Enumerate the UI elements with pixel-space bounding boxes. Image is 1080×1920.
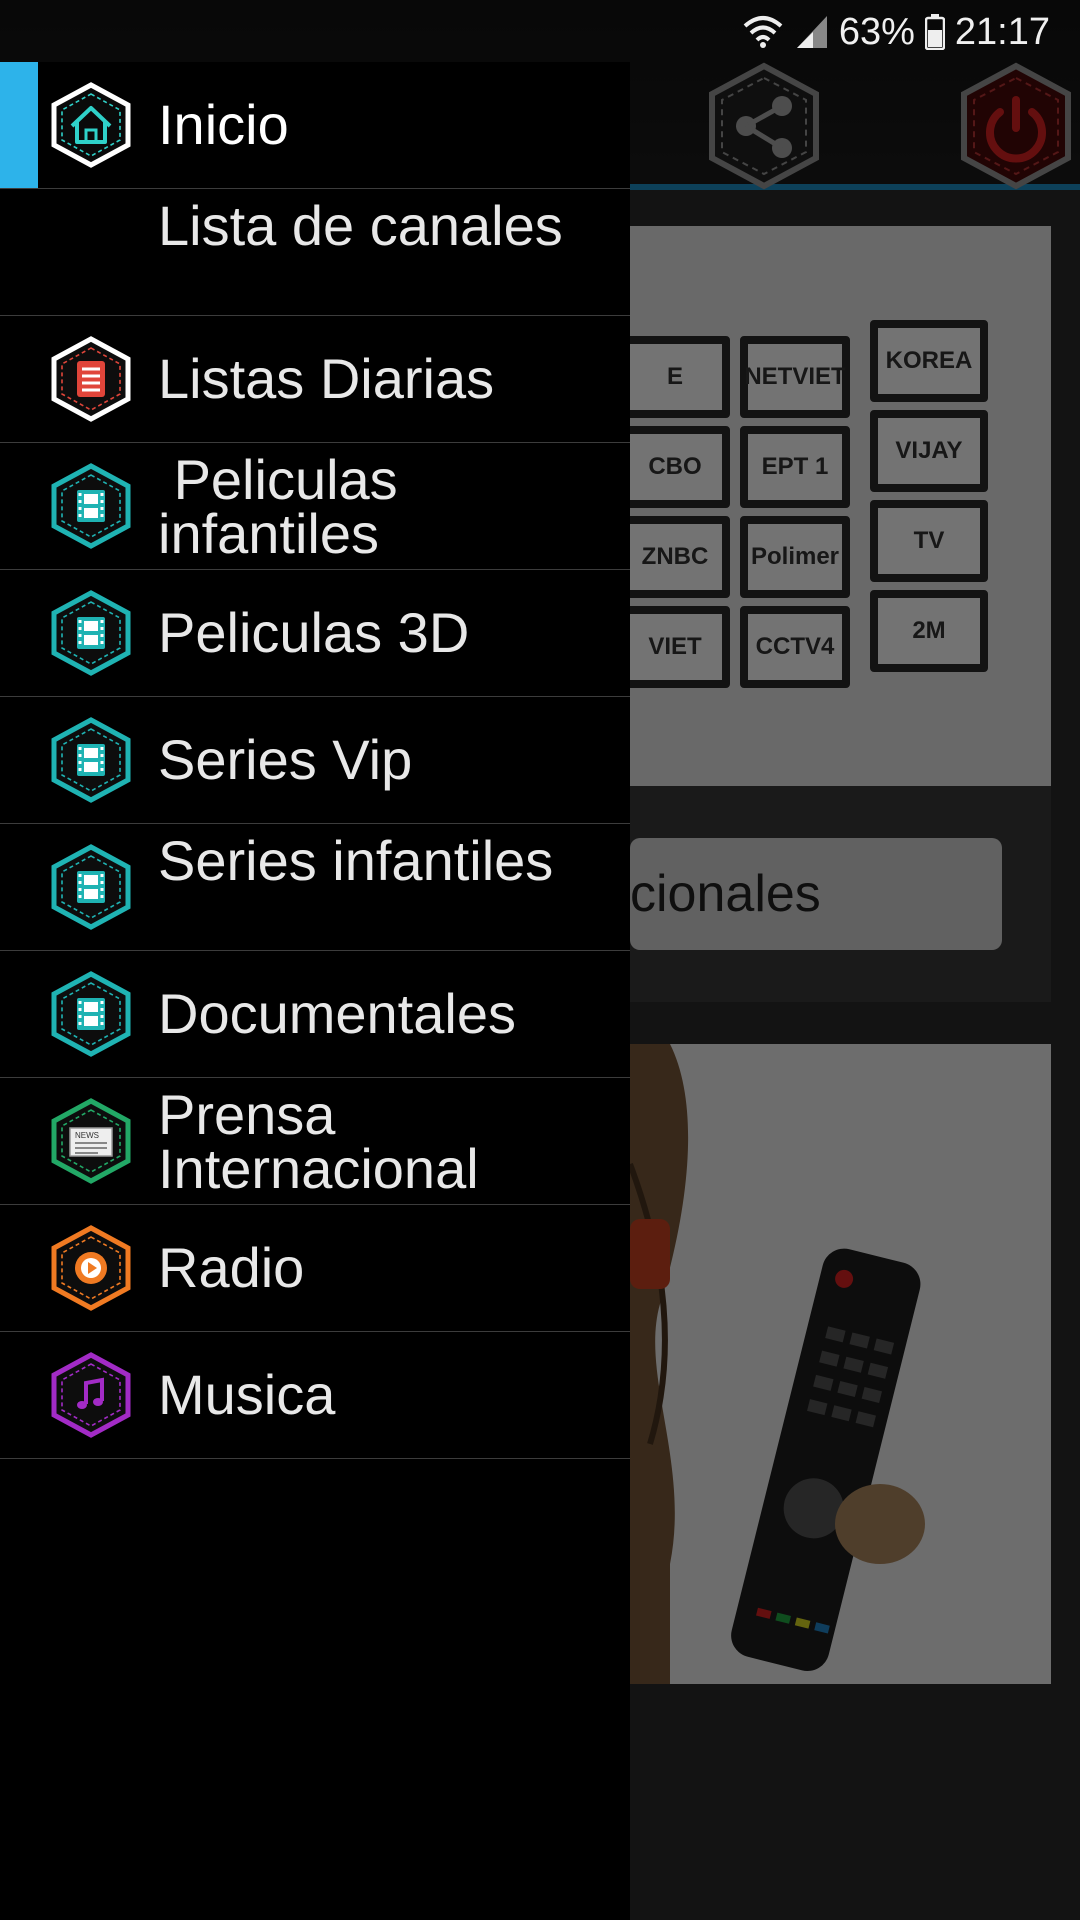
battery-icon: [924, 14, 945, 50]
drawer-item-label: Lista de canales: [158, 194, 563, 257]
home-icon: [48, 82, 134, 168]
drawer-item-listas-diarias[interactable]: Listas Diarias: [0, 316, 630, 443]
film-icon: [48, 590, 134, 676]
newspaper-icon: NEWS: [48, 1098, 134, 1184]
film-icon: [48, 463, 134, 549]
drawer-item-series-infantiles[interactable]: Series infantiles: [0, 824, 630, 951]
drawer-item-prensa-internacional[interactable]: NEWS Prensa Internacional: [0, 1078, 630, 1205]
play-circle-icon: [48, 1225, 134, 1311]
drawer-item-label: Inicio: [158, 93, 289, 156]
drawer-item-musica[interactable]: Musica: [0, 1332, 630, 1459]
navigation-drawer: Inicio Lista de canales Listas Diarias Pe…: [0, 62, 630, 1920]
drawer-item-label: Peliculas 3D: [158, 601, 470, 664]
drawer-item-radio[interactable]: Radio: [0, 1205, 630, 1332]
drawer-item-series-vip[interactable]: Series Vip: [0, 697, 630, 824]
drawer-item-label: Series infantiles: [158, 829, 554, 892]
signal-icon: [796, 16, 827, 48]
svg-text:NEWS: NEWS: [75, 1131, 99, 1140]
drawer-item-lista-de-canales[interactable]: Lista de canales: [0, 189, 630, 316]
drawer-item-inicio[interactable]: Inicio: [0, 62, 630, 189]
drawer-item-label: Musica: [158, 1363, 336, 1426]
drawer-item-label: Listas Diarias: [158, 347, 495, 410]
list-icon: [48, 336, 134, 422]
drawer-item-peliculas-infantiles[interactable]: Peliculas infantiles: [0, 443, 630, 570]
drawer-item-label: Radio: [158, 1236, 305, 1299]
clock: 21:17: [954, 10, 1050, 53]
film-icon: [48, 971, 134, 1057]
wifi-icon: [743, 16, 783, 48]
drawer-item-peliculas-3d[interactable]: Peliculas 3D: [0, 570, 630, 697]
drawer-item-label: Peliculas infantiles: [158, 448, 414, 565]
music-note-icon: [48, 1352, 134, 1438]
drawer-item-label: Prensa Internacional: [158, 1083, 479, 1200]
active-indicator: [0, 62, 38, 188]
drawer-item-label: Documentales: [158, 982, 516, 1045]
battery-percentage: 63%: [838, 10, 915, 53]
drawer-item-documentales[interactable]: Documentales: [0, 951, 630, 1078]
drawer-item-label: Series Vip: [158, 728, 413, 791]
status-bar: 63% 21:17: [0, 0, 1080, 64]
film-icon: [48, 844, 134, 930]
film-icon: [48, 717, 134, 803]
